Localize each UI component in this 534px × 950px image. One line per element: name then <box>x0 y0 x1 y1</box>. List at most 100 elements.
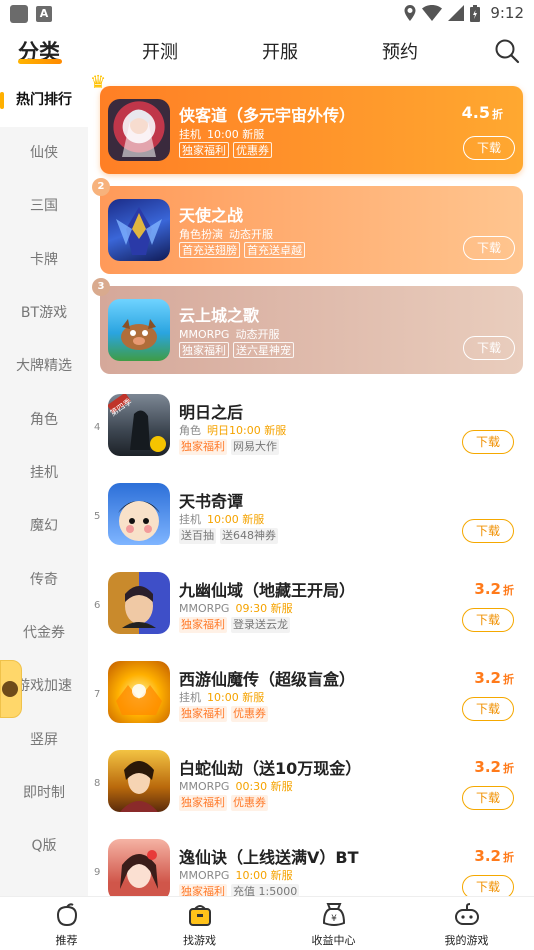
tag: 独家福利 <box>179 884 227 896</box>
download-button[interactable]: 下载 <box>463 236 515 260</box>
rank-number: 7 <box>94 689 101 700</box>
top-tab-bar: 分类 开测 开服 预约 <box>0 28 534 74</box>
tag: 独家福利 <box>179 795 227 811</box>
sidebar-item-voucher[interactable]: 代金券 <box>0 607 88 660</box>
battery-icon <box>470 4 481 22</box>
tag: 独家福利 <box>179 706 227 722</box>
download-button[interactable]: 下载 <box>462 519 514 543</box>
tab-testing[interactable]: 开测 <box>142 38 178 64</box>
floating-assistant-button[interactable] <box>0 660 22 718</box>
gamepad-icon <box>454 903 479 925</box>
rank-number: 9 <box>94 867 101 878</box>
sidebar-item-hot-ranking[interactable]: 热门排行 <box>0 74 88 127</box>
featured-game-card[interactable]: 3 云上城之歌 MMORPG 动态开服 独家福利 送六星神宠 下载 <box>92 278 523 374</box>
sidebar-item-portrait[interactable]: 竖屏 <box>0 714 88 767</box>
svg-text:¥: ¥ <box>331 914 337 924</box>
sidebar-item-bt-games[interactable]: BT游戏 <box>0 287 88 340</box>
sidebar-item-xianxia[interactable]: 仙侠 <box>0 127 88 180</box>
crown-icon: ♛ <box>90 74 107 93</box>
game-icon <box>108 199 170 261</box>
nav-label: 收益中心 <box>311 934 356 947</box>
game-list-item[interactable]: 6 九幽仙域（地藏王开局） MMORPG 09:30 新服 独家福利 登录送云龙 … <box>88 572 534 661</box>
tag: 独家福利 <box>179 439 227 455</box>
featured-game-card[interactable]: 2 天使之战 角色扮演 动态开服 首充送翅膀 首充送卓越 下载 <box>92 178 523 274</box>
notification-icon <box>10 5 28 23</box>
tag: 独家福利 <box>179 342 229 358</box>
tag: 优惠券 <box>231 795 268 811</box>
game-tags: 独家福利 充值 1:5000 <box>179 884 300 896</box>
featured-game-card[interactable]: ♛ 侠客道（多元宇宙外传） 挂机 10:00 新服 独家福利 优惠券 4.5 折 下… <box>90 74 523 174</box>
status-bar: A 9:12 <box>0 0 534 28</box>
tag: 独家福利 <box>179 142 229 158</box>
game-title: 天使之战 <box>179 206 244 225</box>
game-tags: 独家福利 优惠券 <box>179 706 268 722</box>
download-button[interactable]: 下载 <box>462 875 514 896</box>
nav-find-game[interactable]: 找游戏 <box>133 897 266 950</box>
sidebar-item-three-kingdoms[interactable]: 三国 <box>0 180 88 233</box>
nav-label: 推荐 <box>55 934 78 947</box>
sidebar-item-legend[interactable]: 传奇 <box>0 554 88 607</box>
rank-number: 5 <box>94 511 101 522</box>
game-title: 云上城之歌 <box>179 306 260 325</box>
tab-server-open[interactable]: 开服 <box>262 38 298 64</box>
tag: 独家福利 <box>179 617 227 633</box>
game-list-item[interactable]: 8 白蛇仙劫（送10万现金） MMORPG 00:30 新服 独家福利 优惠券 3… <box>88 750 534 839</box>
sidebar-item-big-brand[interactable]: 大牌精选 <box>0 340 88 393</box>
game-list-item[interactable]: 9 逸仙诀（上线送满V）BT MMORPG 10:00 新服 独家福利 充值 1:… <box>88 839 534 896</box>
tab-reservation[interactable]: 预约 <box>382 38 418 64</box>
tag: 充值 1:5000 <box>231 884 300 896</box>
download-button[interactable]: 下载 <box>462 786 514 810</box>
nav-my-games[interactable]: 我的游戏 <box>400 897 533 950</box>
game-title: 明日之后 <box>179 403 244 422</box>
game-icon <box>108 299 170 361</box>
game-icon <box>108 99 170 161</box>
signal-icon <box>448 5 465 21</box>
game-title: 天书奇谭 <box>179 492 244 511</box>
game-list-item[interactable]: 5 天书奇谭 挂机 10:00 新服 送百抽 送648神券 下载 <box>88 483 534 572</box>
find-game-icon <box>188 905 211 926</box>
game-meta: MMORPG 动态开服 <box>179 328 280 341</box>
sidebar-item-realtime[interactable]: 即时制 <box>0 767 88 820</box>
sidebar-item-fantasy[interactable]: 魔幻 <box>0 500 88 553</box>
game-list-item[interactable]: 4 第四季 明日之后 角色 明日10:00 新服 独家福利 网易大作 下载 <box>88 394 534 483</box>
game-meta: 角色扮演 动态开服 <box>179 228 273 241</box>
game-title: 侠客道（多元宇宙外传） <box>179 106 356 125</box>
download-button[interactable]: 下载 <box>463 336 515 360</box>
sidebar-item-idle[interactable]: 挂机 <box>0 447 88 500</box>
game-icon <box>108 839 170 896</box>
sidebar-item-card[interactable]: 卡牌 <box>0 234 88 287</box>
download-button[interactable]: 下载 <box>463 136 515 160</box>
game-title: 逸仙诀（上线送满V）BT <box>179 848 359 867</box>
location-icon <box>404 5 416 21</box>
game-icon: 第四季 <box>108 394 170 456</box>
game-tags: 独家福利 网易大作 <box>179 439 279 455</box>
game-icon <box>108 483 170 545</box>
rank-number: 8 <box>94 778 101 789</box>
game-icon <box>108 661 170 723</box>
nav-recommend[interactable]: 推荐 <box>0 897 133 950</box>
nav-earnings[interactable]: ¥ 收益中心 <box>267 897 400 950</box>
game-meta: 角色 明日10:00 新服 <box>179 424 287 437</box>
tag: 登录送云龙 <box>231 617 290 633</box>
category-sidebar: 热门排行 仙侠 三国 卡牌 BT游戏 大牌精选 角色 挂机 魔幻 传奇 代金券 … <box>0 74 88 896</box>
game-meta: 挂机 10:00 新服 <box>179 691 265 704</box>
discount-label: 4.5 折 <box>461 103 503 122</box>
game-tags: 独家福利 优惠券 <box>179 795 268 811</box>
rank-number: 6 <box>94 600 101 611</box>
game-icon <box>108 572 170 634</box>
download-button[interactable]: 下载 <box>462 608 514 632</box>
download-button[interactable]: 下载 <box>462 430 514 454</box>
tag: 网易大作 <box>231 439 279 455</box>
sidebar-item-q-style[interactable]: Q版 <box>0 820 88 873</box>
game-meta: MMORPG 09:30 新服 <box>179 602 293 615</box>
game-tags: 独家福利 优惠券 <box>179 142 272 158</box>
game-list-item[interactable]: 7 西游仙魔传（超级盲盒） 挂机 10:00 新服 独家福利 优惠券 3.2 折 下… <box>88 661 534 750</box>
sidebar-item-role[interactable]: 角色 <box>0 394 88 447</box>
tag: 首充送翅膀 <box>179 242 240 258</box>
nav-label: 我的游戏 <box>444 934 489 947</box>
search-icon[interactable] <box>494 38 520 64</box>
bottom-nav: 推荐 找游戏 ¥ 收益中心 我的游戏 <box>0 896 534 950</box>
assistant-icon <box>2 681 18 697</box>
game-tags: 送百抽 送648神券 <box>179 528 278 544</box>
download-button[interactable]: 下载 <box>462 697 514 721</box>
